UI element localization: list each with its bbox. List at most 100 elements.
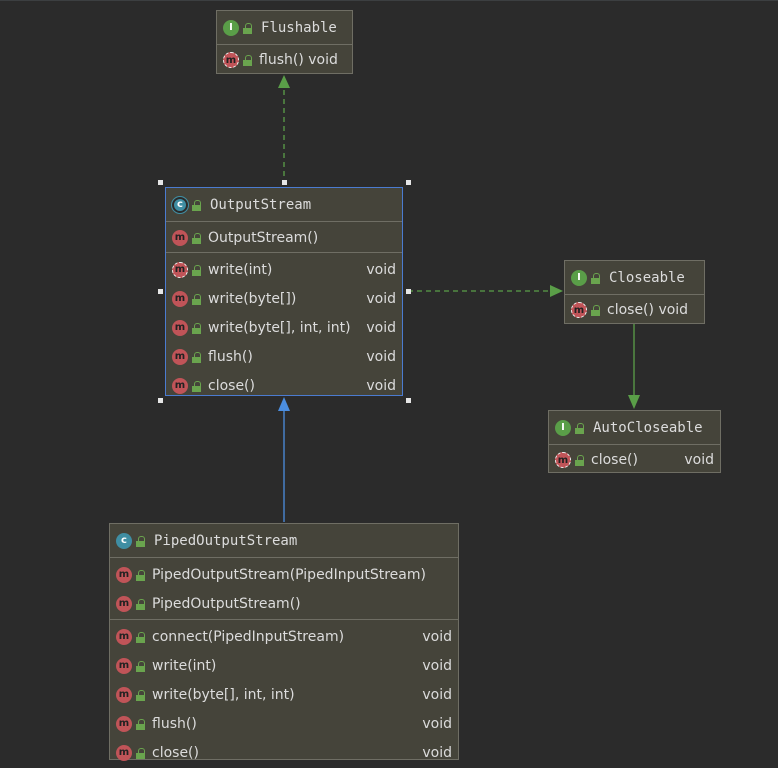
- lock-icon: [575, 455, 585, 466]
- constructor-name: PipedOutputStream(): [152, 595, 301, 612]
- interface-icon: I: [555, 419, 571, 436]
- node-title: AutoCloseable: [593, 419, 703, 436]
- method-row[interactable]: m write(byte[]) void: [166, 284, 402, 313]
- node-header: I Flushable: [217, 11, 352, 45]
- lock-icon: [192, 264, 202, 276]
- method-row[interactable]: m flush() void: [110, 709, 458, 738]
- method-type: void: [422, 657, 452, 674]
- node-title: PipedOutputStream: [154, 532, 298, 549]
- resize-handle-left[interactable]: [158, 289, 163, 294]
- method-type: void: [422, 744, 452, 761]
- method-icon: m: [172, 377, 188, 394]
- arrowhead-closeable: [550, 285, 563, 297]
- method-name: write(int): [152, 657, 217, 674]
- method-row[interactable]: m flush() void: [166, 342, 402, 371]
- method-row[interactable]: m write(int) void: [110, 651, 458, 680]
- constructor-row[interactable]: m PipedOutputStream(PipedInputStream): [110, 560, 458, 589]
- resize-handle-bottom-left[interactable]: [158, 398, 163, 403]
- class-icon: c: [116, 532, 132, 549]
- interface-icon: I: [571, 269, 587, 286]
- method-icon: m: [172, 229, 188, 246]
- method-type: void: [366, 290, 396, 307]
- node-header: I Closeable: [565, 261, 704, 295]
- method-name: close(): [607, 302, 654, 318]
- node-closeable[interactable]: I Closeable m close() void: [564, 260, 705, 324]
- node-title: Flushable: [261, 19, 337, 36]
- method-name: connect(PipedInputStream): [152, 628, 345, 645]
- lock-icon: [591, 305, 601, 316]
- method-type: void: [684, 452, 714, 468]
- node-title: Closeable: [609, 269, 685, 286]
- lock-icon: [243, 55, 253, 66]
- lock-icon: [136, 689, 146, 701]
- method-row[interactable]: m close() void: [166, 371, 402, 400]
- method-type: void: [366, 377, 396, 394]
- method-name: flush(): [152, 715, 197, 732]
- lock-icon: [136, 718, 146, 730]
- resize-handle-top-right[interactable]: [406, 180, 411, 185]
- resize-handle-top[interactable]: [282, 180, 287, 185]
- method-icon: m: [172, 348, 188, 365]
- method-name: close(): [152, 744, 199, 761]
- abstract-method-icon: m: [571, 302, 587, 318]
- method-type: void: [366, 319, 396, 336]
- abstract-method-icon: m: [172, 261, 188, 278]
- method-row[interactable]: m close() void: [565, 297, 704, 323]
- method-icon: m: [116, 566, 132, 583]
- method-name: write(int): [208, 261, 273, 278]
- method-name: flush(): [259, 52, 304, 68]
- lock-icon: [192, 380, 202, 392]
- node-autocloseable[interactable]: I AutoCloseable m close() void: [548, 410, 721, 473]
- method-row[interactable]: m write(byte[], int, int) void: [166, 313, 402, 342]
- method-row[interactable]: m write(int) void: [166, 255, 402, 284]
- lock-icon: [243, 22, 253, 34]
- constructor-row[interactable]: m PipedOutputStream(): [110, 589, 458, 618]
- method-row[interactable]: m connect(PipedInputStream) void: [110, 622, 458, 651]
- arrowhead-autocloseable: [628, 395, 640, 409]
- lock-icon: [192, 232, 202, 244]
- method-row[interactable]: m write(byte[], int, int) void: [110, 680, 458, 709]
- constructor-row[interactable]: m OutputStream(): [166, 224, 402, 251]
- lock-icon: [192, 322, 202, 334]
- node-outputstream[interactable]: c OutputStream m OutputStream() m write(…: [165, 187, 403, 396]
- lock-icon: [136, 535, 146, 547]
- lock-icon: [192, 293, 202, 305]
- abstract-method-icon: m: [223, 52, 239, 68]
- abstract-method-icon: m: [555, 452, 571, 468]
- node-header: c OutputStream: [166, 188, 402, 222]
- lock-icon: [591, 272, 601, 284]
- method-row[interactable]: m close() void: [110, 738, 458, 767]
- node-title: OutputStream: [210, 196, 312, 213]
- method-type: void: [658, 302, 689, 318]
- lock-icon: [136, 660, 146, 672]
- lock-icon: [136, 747, 146, 759]
- method-type: void: [366, 261, 396, 278]
- method-icon: m: [116, 628, 132, 645]
- method-icon: m: [116, 744, 132, 761]
- interface-icon: I: [223, 19, 239, 36]
- method-icon: m: [116, 686, 132, 703]
- method-row[interactable]: m flush() void: [217, 47, 352, 73]
- constructor-name: PipedOutputStream(PipedInputStream): [152, 566, 426, 583]
- method-icon: m: [116, 595, 132, 612]
- resize-handle-bottom-right[interactable]: [406, 398, 411, 403]
- lock-icon: [136, 569, 146, 581]
- lock-icon: [136, 598, 146, 610]
- lock-icon: [575, 422, 585, 434]
- method-name: close(): [591, 452, 638, 468]
- lock-icon: [192, 199, 202, 211]
- resize-handle-right[interactable]: [406, 289, 411, 294]
- method-name: write(byte[], int, int): [152, 686, 295, 703]
- method-type: void: [422, 628, 452, 645]
- node-header: I AutoCloseable: [549, 411, 720, 445]
- method-type: void: [422, 715, 452, 732]
- resize-handle-top-left[interactable]: [158, 180, 163, 185]
- method-icon: m: [116, 715, 132, 732]
- node-flushable[interactable]: I Flushable m flush() void: [216, 10, 353, 74]
- method-row[interactable]: m close() void: [549, 447, 720, 473]
- method-type: void: [366, 348, 396, 365]
- node-header: c PipedOutputStream: [110, 524, 458, 558]
- method-icon: m: [172, 290, 188, 307]
- constructor-name: OutputStream(): [208, 229, 319, 246]
- node-pipedoutputstream[interactable]: c PipedOutputStream m PipedOutputStream(…: [109, 523, 459, 761]
